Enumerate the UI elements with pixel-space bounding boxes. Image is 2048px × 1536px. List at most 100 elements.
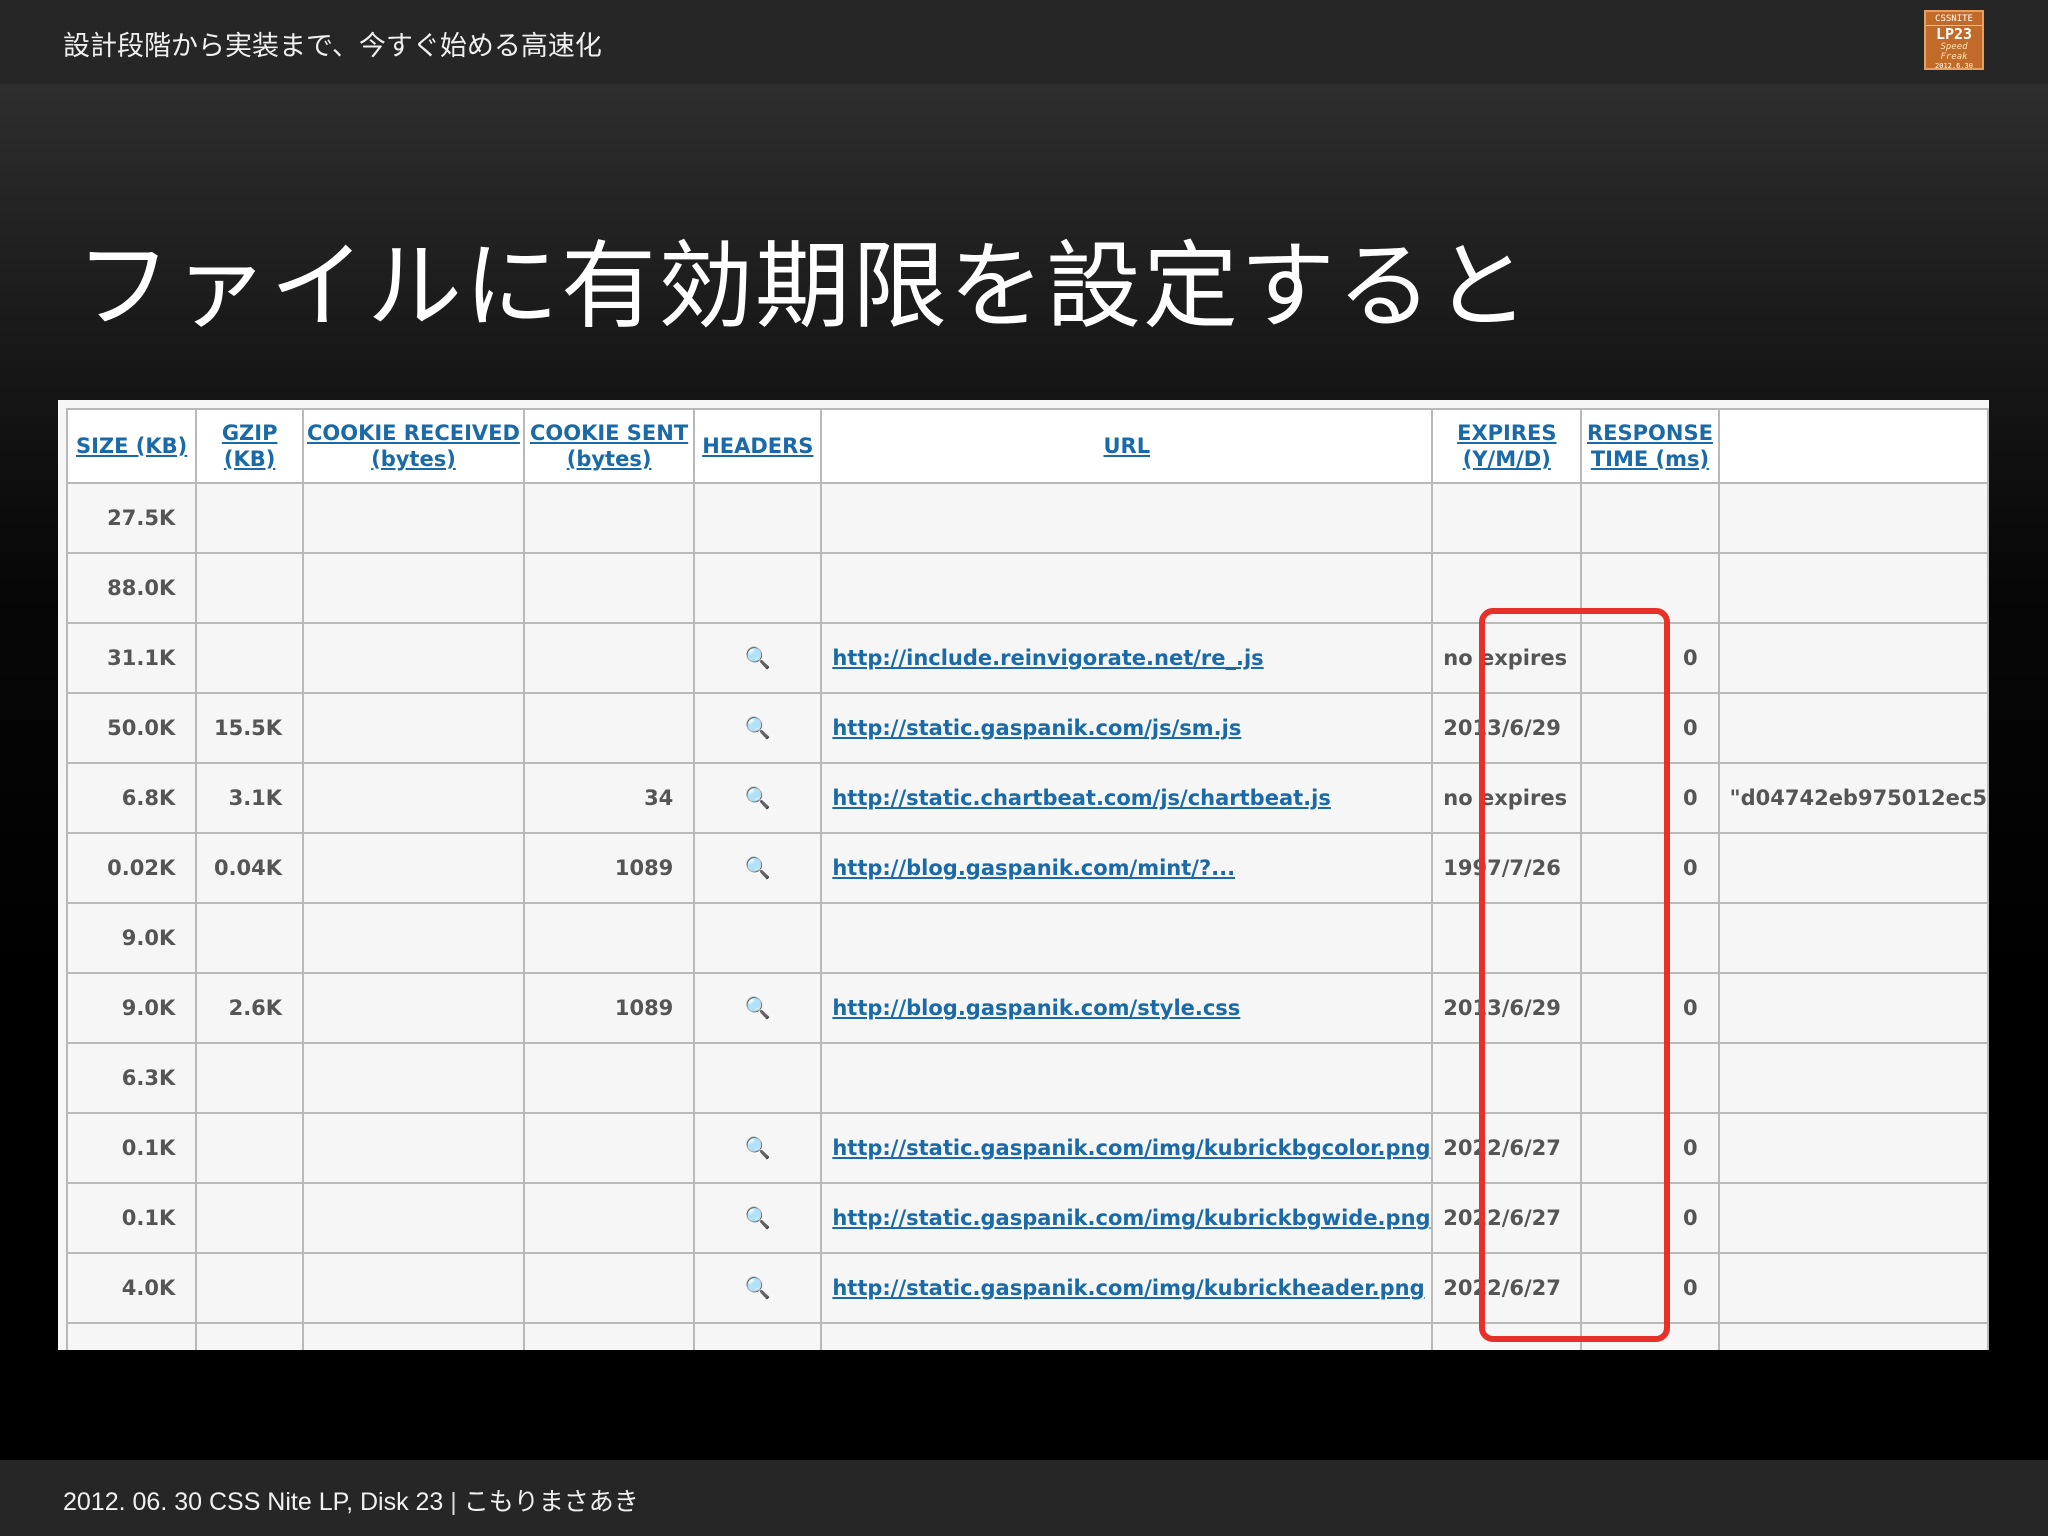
url-link[interactable]: http://static.gaspanik.com/img/kubrickbg… [832, 1206, 1430, 1230]
expires-highlight-box [1479, 608, 1670, 1342]
logo-line4: 2012.6.30 [1935, 62, 1973, 70]
column-header-0[interactable]: SIZE (KB) [65, 408, 198, 484]
cell-size: 88.0K [65, 552, 198, 624]
column-header-1[interactable]: GZIP (KB) [195, 408, 305, 484]
cell-gzip [195, 1252, 305, 1324]
magnifier-icon[interactable]: 🔍 [693, 832, 823, 904]
cell-cookie-sent [522, 1322, 696, 1350]
cell-size: 4.0K [65, 1252, 198, 1324]
url-link[interactable]: http://static.gaspanik.com/js/sm.js [832, 716, 1241, 740]
cell-extra: "d04742eb975012ec5 [1717, 762, 1989, 834]
cell-cookie-received [302, 972, 525, 1044]
cell-headers [693, 1322, 823, 1350]
magnifier-icon[interactable]: 🔍 [693, 1182, 823, 1254]
magnifier-icon[interactable]: 🔍 [693, 972, 823, 1044]
cell-expires [1431, 482, 1583, 554]
table-row: 9.0K 2.6K 1089 🔍 http://blog.gaspanik.com/st… [65, 972, 1989, 1044]
cell-extra [1717, 692, 1989, 764]
cell-size: 0.02K [65, 832, 198, 904]
column-header-7[interactable]: RESPONSE TIME (ms) [1580, 408, 1720, 484]
cell-url [820, 902, 1434, 974]
footer-separator: | [450, 1488, 457, 1516]
cell-cookie-sent [522, 1042, 696, 1114]
cell-size: 50.0K [65, 692, 198, 764]
url-link[interactable]: http://static.gaspanik.com/img/kubrickbg… [832, 1136, 1430, 1160]
cell-cookie-received [302, 692, 525, 764]
slide-header-bar: 設計段階から実装まで、今すぐ始める高速化 CSSNITE LP23 Speed … [0, 0, 2048, 84]
cell-url [820, 552, 1434, 624]
column-header-4[interactable]: HEADERS [693, 408, 823, 484]
cell-headers [693, 552, 823, 624]
cell-extra [1717, 1182, 1989, 1254]
cell-cookie-sent [522, 902, 696, 974]
cell-gzip [195, 552, 305, 624]
magnifier-icon[interactable]: 🔍 [693, 762, 823, 834]
components-table: SIZE (KB) GZIP (KB) COOKIE RECEIVED (bytes… [65, 408, 1989, 1350]
cell-extra [1717, 902, 1989, 974]
table-header-row: SIZE (KB) GZIP (KB) COOKIE RECEIVED (bytes… [65, 408, 1989, 484]
cell-cookie-received [302, 902, 525, 974]
logo-line3: Speed Freak [1940, 42, 1968, 62]
cell-url: http://include.reinvigorate.net/re_.js [820, 622, 1434, 694]
cell-cookie-sent [522, 1182, 696, 1254]
cell-size: 9.0K [65, 972, 198, 1044]
cell-cookie-received [302, 1112, 525, 1184]
table-row: 6.3K [65, 1042, 1989, 1114]
cell-url [820, 1042, 1434, 1114]
footer-event: 2012. 06. 30 CSS Nite LP, Disk 23 [63, 1488, 444, 1516]
cell-extra [1717, 1042, 1989, 1114]
column-header-2[interactable]: COOKIE RECEIVED (bytes) [302, 408, 525, 484]
url-link[interactable]: http://static.chartbeat.com/js/chartbeat… [832, 786, 1331, 810]
cell-url [820, 482, 1434, 554]
magnifier-icon[interactable]: 🔍 [693, 1112, 823, 1184]
cell-headers [693, 1042, 823, 1114]
cell-cookie-received [302, 1182, 525, 1254]
cell-size [65, 1322, 198, 1350]
cell-url: http://static.gaspanik.com/img/kubrickhe… [820, 1252, 1434, 1324]
cell-gzip [195, 902, 305, 974]
cell-size: 27.5K [65, 482, 198, 554]
table-row: 4.0K 🔍 http://static.gaspanik.com/img/kubr… [65, 1252, 1989, 1324]
url-link[interactable]: http://include.reinvigorate.net/re_.js [832, 646, 1263, 670]
cell-url: http://blog.gaspanik.com/mint/?... [820, 832, 1434, 904]
table-row: 0.1K 🔍 http://static.gaspanik.com/img/kubr… [65, 1112, 1989, 1184]
cssnite-logo-icon: CSSNITE LP23 Speed Freak 2012.6.30 [1924, 10, 1984, 70]
cell-cookie-sent: 34 [522, 762, 696, 834]
column-header-5[interactable]: URL [820, 408, 1434, 484]
cell-cookie-received [302, 1322, 525, 1350]
cell-cookie-received [302, 482, 525, 554]
table-row: 9.0K [65, 902, 1989, 974]
cell-gzip [195, 1322, 305, 1350]
column-header-6[interactable]: EXPIRES (Y/M/D) [1431, 408, 1583, 484]
url-link[interactable]: http://blog.gaspanik.com/mint/?... [832, 856, 1235, 880]
cell-gzip: 2.6K [195, 972, 305, 1044]
cell-extra [1717, 1112, 1989, 1184]
cell-gzip [195, 482, 305, 554]
cell-extra [1717, 622, 1989, 694]
url-link[interactable]: http://static.gaspanik.com/img/kubrickhe… [832, 1276, 1424, 1300]
column-header-8 [1717, 408, 1989, 484]
cell-cookie-sent [522, 552, 696, 624]
url-link[interactable]: http://blog.gaspanik.com/style.css [832, 996, 1240, 1020]
table-row: 50.0K 15.5K 🔍 http://static.gaspanik.com/js… [65, 692, 1989, 764]
magnifier-icon[interactable]: 🔍 [693, 1252, 823, 1324]
table-row: 27.5K [65, 482, 1989, 554]
cell-gzip [195, 1042, 305, 1114]
cell-url: http://static.gaspanik.com/img/kubrickbg… [820, 1182, 1434, 1254]
cell-extra [1717, 1252, 1989, 1324]
cell-size: 6.8K [65, 762, 198, 834]
magnifier-icon[interactable]: 🔍 [693, 692, 823, 764]
cell-size: 6.3K [65, 1042, 198, 1114]
cell-gzip [195, 1112, 305, 1184]
column-header-3[interactable]: COOKIE SENT (bytes) [522, 408, 696, 484]
cell-size: 31.1K [65, 622, 198, 694]
cell-cookie-received [302, 832, 525, 904]
cell-extra [1717, 1322, 1989, 1350]
cell-response [1580, 482, 1720, 554]
cell-gzip: 0.04K [195, 832, 305, 904]
header-title: 設計段階から実装まで、今すぐ始める高速化 [63, 31, 602, 62]
table-body: 27.5K 88.0K 31.1K 🔍 http://include.reinvigor… [65, 482, 1989, 1350]
table-row: 88.0K [65, 552, 1989, 624]
magnifier-icon[interactable]: 🔍 [693, 622, 823, 694]
cell-url: http://static.gaspanik.com/js/sm.js [820, 692, 1434, 764]
